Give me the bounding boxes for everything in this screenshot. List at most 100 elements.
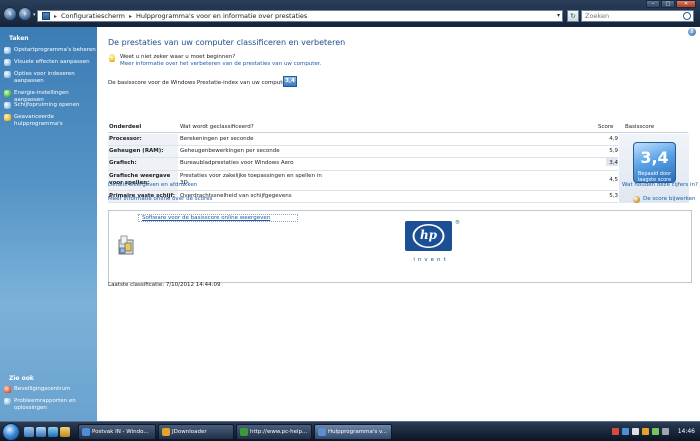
breadcrumb-performance[interactable]: Hulpprogramma's voor en informatie over … [136, 12, 307, 20]
base-score-badge: 3,4 [283, 76, 297, 87]
volume-tray-icon[interactable] [632, 428, 639, 435]
back-button[interactable]: ‹ [3, 7, 17, 21]
mail-icon [82, 428, 90, 436]
taskbar-button-browser[interactable]: http://www.pc-help... [236, 424, 312, 440]
search-input[interactable]: Zoeken [581, 10, 694, 22]
row-score: 3,4 [606, 158, 618, 166]
main-content: ? De prestaties van uw computer classifi… [97, 27, 700, 421]
what-do-numbers-mean-link[interactable]: Wat houden deze cijfers in? [622, 182, 698, 188]
breadcrumb-control-panel[interactable]: Configuratiescherm [61, 12, 125, 20]
see-also-label: Probleemrapporten en oplossingen [14, 398, 76, 411]
app-tray-icon[interactable] [652, 428, 659, 435]
help-icon[interactable]: ? [688, 28, 696, 36]
table-row: Grafisch: Bureaubladprestaties voor Wind… [108, 158, 618, 171]
update-score-link[interactable]: De score bijwerken [643, 196, 695, 202]
task-pane: Taken Opstartprogramma's beheren Visuele… [0, 27, 97, 421]
lightbulb-icon [109, 54, 115, 62]
see-also-heading: Zie ook [9, 375, 34, 382]
row-rated: Prestaties voor zakelijke toepassingen e… [180, 173, 322, 186]
disk-cleanup-icon [4, 102, 11, 109]
search-icon[interactable] [683, 12, 691, 20]
media-player-icon[interactable] [60, 427, 70, 437]
table-row: Grafische weergave voor spellen: Prestat… [108, 171, 618, 191]
row-rated: Berekeningen per seconde [180, 136, 254, 142]
taskbar-button-control-panel[interactable]: Hulpprogramma's v... [314, 424, 392, 440]
task-label: Visuele effecten aanpassen [14, 59, 90, 65]
task-startup-programs[interactable]: Opstartprogramma's beheren [4, 47, 96, 54]
security-tray-icon[interactable] [612, 428, 619, 435]
view-print-details-link[interactable]: Details weergeven en afdrukken [108, 182, 197, 188]
maximize-button[interactable]: □ [661, 0, 675, 8]
oem-software-link[interactable]: Software voor de basisscore online weerg… [142, 215, 270, 221]
clock[interactable]: 14:46 [678, 428, 695, 435]
task-label: Schijfopruiming openen [14, 102, 80, 108]
refresh-button[interactable]: ↻ [567, 10, 579, 22]
forward-button[interactable]: › [18, 7, 32, 21]
system-tray: 14:46 [610, 424, 698, 440]
row-component: Grafisch: [108, 158, 178, 170]
download-icon [162, 428, 170, 436]
table-row: Geheugen (RAM): Geheugenbewerkingen per … [108, 146, 618, 158]
toolbox-icon [118, 235, 134, 255]
close-button[interactable]: ✕ [676, 0, 696, 8]
improve-performance-link[interactable]: Meer informatie over het verbeteren van … [120, 61, 321, 67]
address-dropdown-icon[interactable]: ▾ [557, 12, 560, 19]
base-score-line: De basisscore voor de Windows Prestatie-… [108, 80, 295, 86]
task-disk-cleanup[interactable]: Schijfopruiming openen [4, 102, 96, 109]
row-score: 4,9 [609, 136, 618, 142]
more-info-scores-link[interactable]: Meer informatie online over de scores [108, 196, 212, 202]
row-score: 4,5 [609, 177, 618, 183]
taskbar-label: Hulpprogramma's v... [328, 429, 388, 435]
taskbar-label: http://www.pc-help... [250, 429, 308, 435]
taskbar-button-jdownloader[interactable]: JDownloader [158, 424, 234, 440]
table-row: Processor: Berekeningen per seconde 4,9 [108, 134, 618, 146]
tasks-heading: Taken [9, 35, 29, 42]
breadcrumb-separator-icon: ▸ [128, 12, 132, 20]
address-bar: ‹ › ▾ ▸ Configuratiescherm ▸ Hulpprogram… [0, 0, 700, 27]
hint-title: Weet u niet zeker waar u moet beginnen? [120, 54, 236, 60]
network-tray-icon[interactable] [622, 428, 629, 435]
hp-registered-mark: ® [455, 220, 460, 226]
hp-logo-text: hp [419, 228, 438, 242]
row-component: Geheugen (RAM): [108, 146, 178, 157]
col-base-score: Basisscore [625, 124, 655, 130]
effects-icon [4, 59, 11, 66]
task-label: Opstartprogramma's beheren [14, 47, 96, 53]
switch-windows-icon[interactable] [36, 427, 46, 437]
report-icon [4, 398, 11, 405]
col-rated: Wat wordt geclassificeerd? [180, 124, 254, 130]
taskbar-button-mail[interactable]: Postvak IN - Windo... [78, 424, 156, 440]
page-title: De prestaties van uw computer classifice… [108, 38, 346, 47]
control-panel-icon [42, 12, 50, 20]
taskbar: Postvak IN - Windo... JDownloader http:/… [0, 421, 700, 441]
oem-panel: Software voor de basisscore online weerg… [108, 210, 692, 283]
last-classification: Laatste classificatie: 7/10/2012 14:44:0… [108, 282, 221, 288]
task-label: Opties voor indexeren aanpassen [14, 71, 75, 84]
see-also-problem-reports[interactable]: Probleemrapporten en oplossingen [4, 398, 96, 412]
see-also-security-center[interactable]: Beveiligingscentrum [4, 386, 96, 393]
internet-explorer-icon[interactable] [48, 427, 58, 437]
show-desktop-icon[interactable] [24, 427, 34, 437]
browser-icon [240, 428, 248, 436]
score-table-header: Onderdeel Wat wordt geclassificeerd? Sco… [108, 121, 688, 133]
search-placeholder: Zoeken [585, 12, 610, 20]
hp-tagline: invent [413, 257, 449, 263]
minimize-button[interactable]: – [646, 0, 660, 8]
misc-tray-icon[interactable] [662, 428, 669, 435]
row-rated: Geheugenbewerkingen per seconde [180, 148, 280, 154]
control-panel-icon [318, 428, 326, 436]
breadcrumb-separator-icon: ▸ [54, 12, 58, 20]
address-field[interactable]: ▸ Configuratiescherm ▸ Hulpprogramma's v… [37, 10, 563, 22]
row-component: Processor: [108, 134, 178, 145]
task-advanced-tools[interactable]: Geavanceerde hulpprogramma's [4, 114, 96, 128]
start-button[interactable] [2, 423, 20, 441]
row-rated: Bureaubladprestaties voor Windows Aero [180, 160, 294, 166]
task-indexing-options[interactable]: Opties voor indexeren aanpassen [4, 71, 96, 85]
taskbar-label: Postvak IN - Windo... [92, 429, 149, 435]
see-also-label: Beveiligingscentrum [14, 386, 71, 392]
update-tray-icon[interactable] [642, 428, 649, 435]
task-visual-effects[interactable]: Visuele effecten aanpassen [4, 59, 96, 66]
history-dropdown-icon[interactable]: ▾ [33, 12, 36, 18]
power-icon [4, 90, 11, 97]
base-score-value: 3,4 [640, 148, 669, 167]
